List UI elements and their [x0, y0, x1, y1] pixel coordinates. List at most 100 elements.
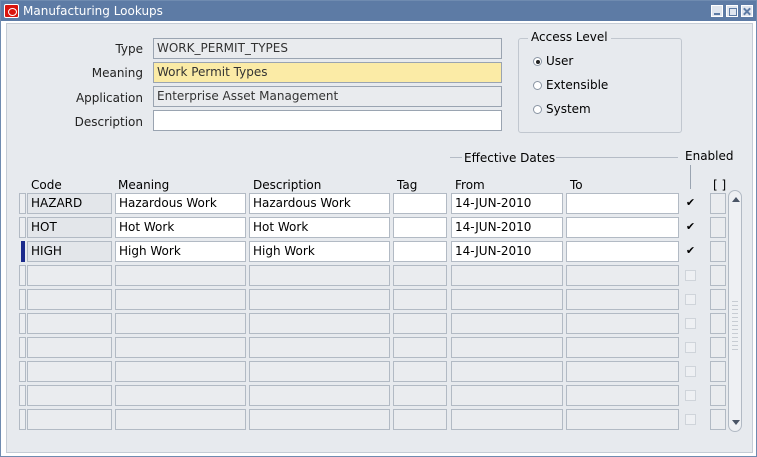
descriptive-flexfield-cell[interactable] — [710, 361, 726, 382]
radio-extensible[interactable]: Extensible — [533, 78, 608, 92]
cell-code[interactable] — [27, 265, 112, 286]
row-indicator[interactable] — [19, 289, 26, 310]
row-indicator[interactable] — [19, 313, 26, 334]
cell-code[interactable]: HAZARD — [27, 193, 112, 214]
cell-meaning[interactable] — [115, 313, 246, 334]
scroll-up-icon[interactable] — [732, 197, 740, 202]
cell-tag[interactable] — [393, 289, 447, 310]
cell-tag[interactable] — [393, 385, 447, 406]
enabled-checkbox[interactable] — [685, 366, 696, 377]
cell-to[interactable] — [566, 337, 679, 358]
row-indicator[interactable] — [21, 241, 25, 262]
minimize-icon[interactable] — [711, 5, 723, 17]
descriptive-flexfield-cell[interactable] — [710, 193, 726, 214]
cell-meaning[interactable] — [115, 385, 246, 406]
cell-code[interactable] — [27, 337, 112, 358]
enabled-checkbox-checked-icon[interactable]: ✔ — [685, 245, 696, 257]
scroll-down-icon[interactable] — [732, 420, 740, 425]
row-indicator[interactable] — [19, 193, 26, 214]
cell-description[interactable] — [249, 409, 390, 430]
cell-to[interactable] — [566, 361, 679, 382]
cell-from[interactable] — [451, 337, 563, 358]
cell-meaning[interactable]: Hazardous Work — [115, 193, 246, 214]
cell-description[interactable]: High Work — [249, 241, 390, 262]
cell-meaning[interactable]: Hot Work — [115, 217, 246, 238]
cell-meaning[interactable] — [115, 289, 246, 310]
radio-system[interactable]: System — [533, 102, 591, 116]
enabled-checkbox[interactable] — [685, 390, 696, 401]
cell-from[interactable]: 14-JUN-2010 — [451, 241, 563, 262]
cell-to[interactable] — [566, 409, 679, 430]
descriptive-flexfield-cell[interactable] — [710, 265, 726, 286]
close-icon[interactable] — [741, 5, 753, 17]
descriptive-flexfield-cell[interactable] — [710, 289, 726, 310]
descriptive-flexfield-cell[interactable] — [710, 217, 726, 238]
descriptive-flexfield-cell[interactable] — [710, 385, 726, 406]
cell-from[interactable]: 14-JUN-2010 — [451, 217, 563, 238]
radio-user[interactable]: User — [533, 54, 573, 68]
cell-to[interactable] — [566, 193, 679, 214]
row-indicator[interactable] — [19, 385, 26, 406]
enabled-checkbox[interactable] — [685, 318, 696, 329]
cell-code[interactable] — [27, 385, 112, 406]
row-indicator[interactable] — [19, 265, 26, 286]
cell-from[interactable] — [451, 385, 563, 406]
cell-description[interactable]: Hazardous Work — [249, 193, 390, 214]
cell-from[interactable] — [451, 289, 563, 310]
cell-to[interactable] — [566, 241, 679, 262]
cell-tag[interactable] — [393, 313, 447, 334]
cell-meaning[interactable] — [115, 337, 246, 358]
enabled-checkbox-checked-icon[interactable]: ✔ — [685, 197, 696, 209]
cell-meaning[interactable]: High Work — [115, 241, 246, 262]
cell-description[interactable] — [249, 385, 390, 406]
description-field[interactable] — [153, 110, 502, 131]
cell-meaning[interactable] — [115, 409, 246, 430]
cell-tag[interactable] — [393, 265, 447, 286]
cell-code[interactable]: HIGH — [27, 241, 112, 262]
cell-from[interactable] — [451, 361, 563, 382]
row-indicator[interactable] — [19, 409, 26, 430]
cell-description[interactable] — [249, 265, 390, 286]
cell-from[interactable] — [451, 313, 563, 334]
cell-description[interactable] — [249, 361, 390, 382]
cell-description[interactable] — [249, 313, 390, 334]
enabled-checkbox[interactable] — [685, 294, 696, 305]
cell-tag[interactable] — [393, 241, 447, 262]
descriptive-flexfield-cell[interactable] — [710, 409, 726, 430]
enabled-checkbox[interactable] — [685, 342, 696, 353]
cell-from[interactable]: 14-JUN-2010 — [451, 193, 563, 214]
title-bar[interactable]: Manufacturing Lookups — [1, 1, 756, 21]
meaning-field[interactable]: Work Permit Types — [153, 62, 502, 83]
scroll-grip[interactable] — [732, 301, 738, 351]
descriptive-flexfield-cell[interactable] — [710, 313, 726, 334]
enabled-checkbox[interactable] — [685, 414, 696, 425]
cell-description[interactable] — [249, 337, 390, 358]
row-indicator[interactable] — [19, 217, 26, 238]
cell-code[interactable] — [27, 289, 112, 310]
cell-from[interactable] — [451, 265, 563, 286]
cell-tag[interactable] — [393, 337, 447, 358]
cell-tag[interactable] — [393, 409, 447, 430]
type-field[interactable]: WORK_PERMIT_TYPES — [153, 38, 502, 59]
row-indicator[interactable] — [19, 337, 26, 358]
descriptive-flexfield-cell[interactable] — [710, 241, 726, 262]
enabled-checkbox-checked-icon[interactable]: ✔ — [685, 221, 696, 233]
cell-description[interactable] — [249, 289, 390, 310]
cell-tag[interactable] — [393, 361, 447, 382]
cell-to[interactable] — [566, 313, 679, 334]
cell-code[interactable] — [27, 409, 112, 430]
cell-code[interactable] — [27, 313, 112, 334]
cell-tag[interactable] — [393, 193, 447, 214]
cell-description[interactable]: Hot Work — [249, 217, 390, 238]
cell-meaning[interactable] — [115, 265, 246, 286]
application-field[interactable]: Enterprise Asset Management — [153, 86, 502, 107]
cell-to[interactable] — [566, 289, 679, 310]
maximize-icon[interactable] — [726, 5, 738, 17]
cell-to[interactable] — [566, 217, 679, 238]
enabled-checkbox[interactable] — [685, 270, 696, 281]
cell-tag[interactable] — [393, 217, 447, 238]
cell-to[interactable] — [566, 385, 679, 406]
descriptive-flexfield-cell[interactable] — [710, 337, 726, 358]
cell-meaning[interactable] — [115, 361, 246, 382]
cell-code[interactable] — [27, 361, 112, 382]
